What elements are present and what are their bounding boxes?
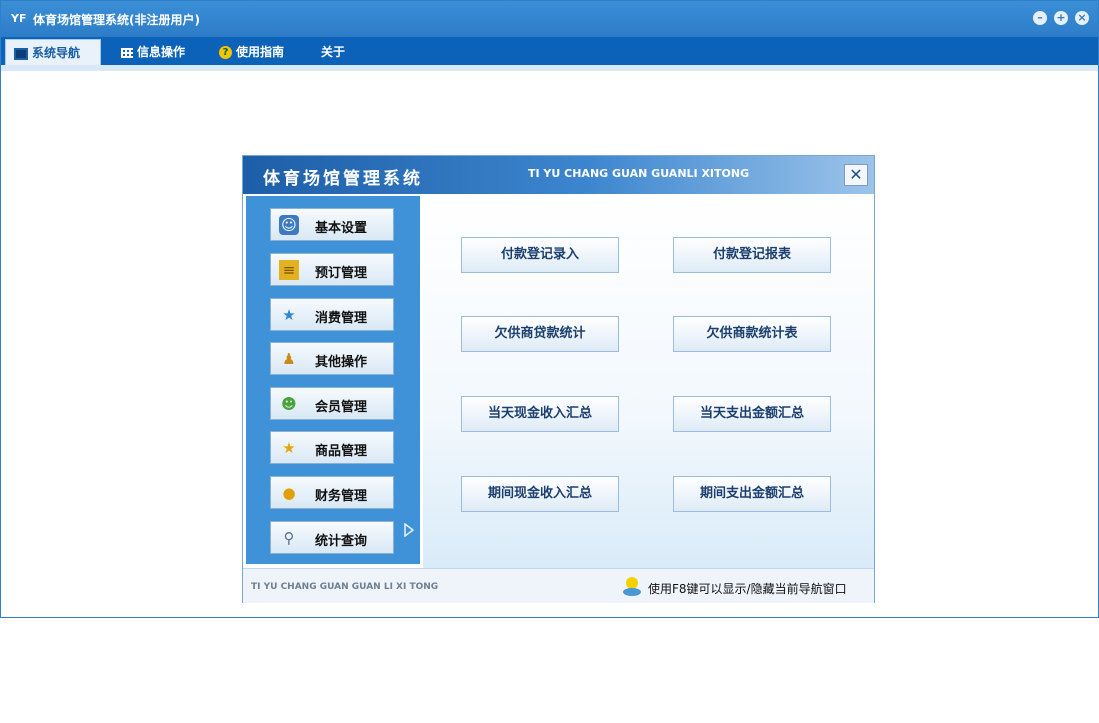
gold-star-icon: ★: [282, 439, 296, 457]
restore-icon[interactable]: +: [1054, 11, 1068, 25]
nav-label: 预订管理: [315, 266, 368, 281]
users-icon: ☻: [281, 395, 297, 413]
yf-logo-icon: YF: [11, 12, 27, 25]
daily-expense-button[interactable]: 当天支出金额汇总: [673, 396, 831, 432]
function-panel: 付款登记录入 付款登记报表 欠供商贷款统计 欠供商款统计表 当天现金收入汇总 当…: [423, 196, 874, 568]
tab-label: 信息操作: [137, 45, 186, 59]
nav-label: 财务管理: [315, 489, 368, 504]
nav-sidebar: ☺ 基本设置 ≡ 预订管理 ★ 消费管理 ♟ 其他操作 ☻ 会员管理 ★ 商品管…: [246, 196, 420, 564]
tab-label: 使用指南: [236, 45, 285, 59]
nav-statistics[interactable]: ⚲ 统计查询: [270, 521, 394, 554]
chevron-right-icon: [404, 523, 414, 537]
nav-finance[interactable]: ● 财务管理: [270, 476, 394, 509]
tab-user-guide[interactable]: ? 使用指南: [211, 39, 305, 65]
footer-pinyin: TI YU CHANG GUAN GUAN LI XI TONG: [251, 582, 439, 592]
tab-bar: 系统导航 信息操作 ? 使用指南 关于: [1, 37, 1098, 65]
close-icon[interactable]: ×: [1075, 11, 1089, 25]
nav-consumption[interactable]: ★ 消费管理: [270, 298, 394, 331]
daily-cash-income-button[interactable]: 当天现金收入汇总: [461, 396, 619, 432]
f8-hint-text: 使用F8键可以显示/隐藏当前导航窗口: [648, 582, 847, 596]
tab-underline: [1, 65, 1098, 71]
notebook-icon: ≡: [279, 260, 299, 280]
help-icon: ?: [219, 46, 232, 59]
nav-label: 其他操作: [315, 355, 368, 370]
dialog-title: 体育场馆管理系统: [263, 169, 423, 189]
nav-members[interactable]: ☻ 会员管理: [270, 387, 394, 420]
tab-about[interactable]: 关于: [313, 39, 359, 65]
nav-booking[interactable]: ≡ 预订管理: [270, 253, 394, 286]
title-bar: YF 体育场馆管理系统(非注册用户) – + ×: [1, 1, 1098, 37]
id-card-icon: ☺: [279, 215, 299, 235]
person-icon: ♟: [282, 350, 296, 368]
nav-label: 消费管理: [315, 311, 368, 326]
dialog-close-button[interactable]: ✕: [844, 164, 868, 186]
nav-products[interactable]: ★ 商品管理: [270, 431, 394, 464]
magnifier-icon: ⚲: [283, 529, 295, 547]
supplier-debt-stats-button[interactable]: 欠供商贷款统计: [461, 316, 619, 352]
period-expense-button[interactable]: 期间支出金额汇总: [673, 476, 831, 512]
tab-system-nav[interactable]: 系统导航: [5, 39, 101, 65]
payment-report-button[interactable]: 付款登记报表: [673, 237, 831, 273]
nav-other-ops[interactable]: ♟ 其他操作: [270, 342, 394, 375]
tab-label: 系统导航: [32, 46, 81, 60]
nav-label: 统计查询: [315, 534, 368, 549]
nav-label: 商品管理: [315, 444, 368, 459]
dialog-status-bar: TI YU CHANG GUAN GUAN LI XI TONG 使用F8键可以…: [243, 568, 874, 603]
nav-basic-settings[interactable]: ☺ 基本设置: [270, 208, 394, 241]
minimize-icon[interactable]: –: [1033, 11, 1047, 25]
dialog-header: 体育场馆管理系统 TI YU CHANG GUAN GUANLI XITONG …: [243, 156, 874, 194]
tab-info-ops[interactable]: 信息操作: [113, 39, 203, 65]
monitor-icon: [14, 47, 28, 60]
tab-label: 关于: [321, 45, 346, 59]
payment-entry-button[interactable]: 付款登记录入: [461, 237, 619, 273]
coins-icon: ●: [282, 484, 296, 502]
star-icon: ★: [282, 306, 296, 324]
bulb-icon: [623, 577, 641, 596]
dialog-pinyin-title: TI YU CHANG GUAN GUANLI XITONG: [528, 167, 750, 180]
period-cash-income-button[interactable]: 期间现金收入汇总: [461, 476, 619, 512]
grid-icon: [121, 47, 133, 58]
window-title: 体育场馆管理系统(非注册用户): [33, 13, 200, 27]
navigation-dialog: 体育场馆管理系统 TI YU CHANG GUAN GUANLI XITONG …: [242, 155, 875, 603]
supplier-debt-table-button[interactable]: 欠供商款统计表: [673, 316, 831, 352]
nav-label: 会员管理: [315, 400, 368, 415]
nav-label: 基本设置: [315, 221, 368, 236]
